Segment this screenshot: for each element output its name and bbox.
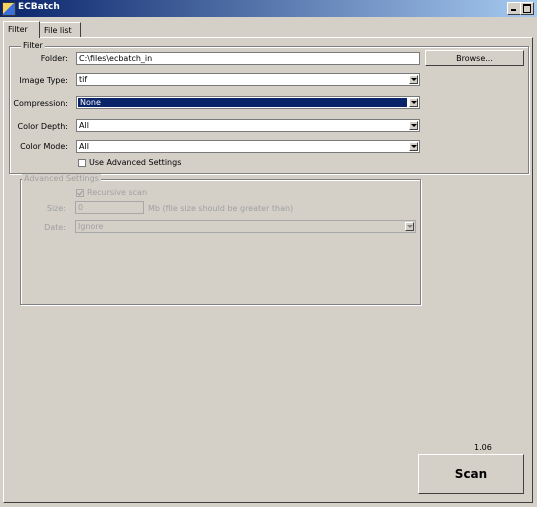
app-icon <box>2 2 16 16</box>
maximize-icon <box>523 4 531 13</box>
color-mode-select[interactable]: All <box>76 140 420 153</box>
use-advanced-label[interactable]: Use Advanced Settings <box>89 158 181 167</box>
date-select[interactable]: Ignore <box>75 220 416 233</box>
scan-button[interactable]: Scan <box>418 454 524 494</box>
chevron-down-icon[interactable] <box>409 98 418 107</box>
color-mode-value: All <box>79 142 89 151</box>
color-depth-value: All <box>79 121 89 130</box>
chevron-down-icon[interactable] <box>405 222 414 231</box>
checkmark-icon <box>77 190 83 196</box>
folder-input[interactable]: C:\files\ecbatch_in <box>76 52 420 65</box>
advanced-settings-legend: Advanced Settings <box>22 174 101 183</box>
tab-file-list[interactable]: File list <box>39 22 81 38</box>
color-depth-label: Color Depth: <box>17 122 69 131</box>
image-type-label: Image Type: <box>19 76 68 85</box>
chevron-down-icon[interactable] <box>409 75 418 84</box>
minimize-button[interactable] <box>507 2 521 15</box>
chevron-down-icon[interactable] <box>409 142 418 151</box>
maximize-button[interactable] <box>520 2 534 15</box>
tab-filter[interactable]: Filter <box>3 21 40 38</box>
size-input[interactable]: 0 <box>75 201 144 214</box>
recursive-scan-label[interactable]: Recursive scan <box>87 188 147 197</box>
recursive-scan-checkbox[interactable] <box>76 189 84 197</box>
size-label: Size: <box>46 204 66 213</box>
folder-label: Folder: <box>40 54 68 63</box>
filter-group-legend: Filter <box>21 41 45 50</box>
image-type-value: tif <box>79 75 88 84</box>
compression-value: None <box>78 98 407 107</box>
size-hint: Mb (file size should be greater than) <box>148 204 294 213</box>
advanced-settings-group <box>20 179 421 305</box>
use-advanced-checkbox[interactable] <box>78 159 86 167</box>
window-title: ECBatch <box>18 2 60 12</box>
chevron-down-icon[interactable] <box>409 121 418 130</box>
version-label: 1.06 <box>474 443 492 452</box>
title-bar[interactable]: ECBatch <box>0 0 537 17</box>
image-type-select[interactable]: tif <box>76 73 420 86</box>
browse-button[interactable]: Browse... <box>425 50 524 66</box>
minimize-icon <box>511 9 516 11</box>
color-mode-label: Color Mode: <box>20 142 68 151</box>
compression-label: Compression: <box>13 99 68 108</box>
date-value: Ignore <box>78 222 104 231</box>
date-label: Date: <box>44 223 66 232</box>
color-depth-select[interactable]: All <box>76 119 420 132</box>
compression-select[interactable]: None <box>76 96 420 109</box>
